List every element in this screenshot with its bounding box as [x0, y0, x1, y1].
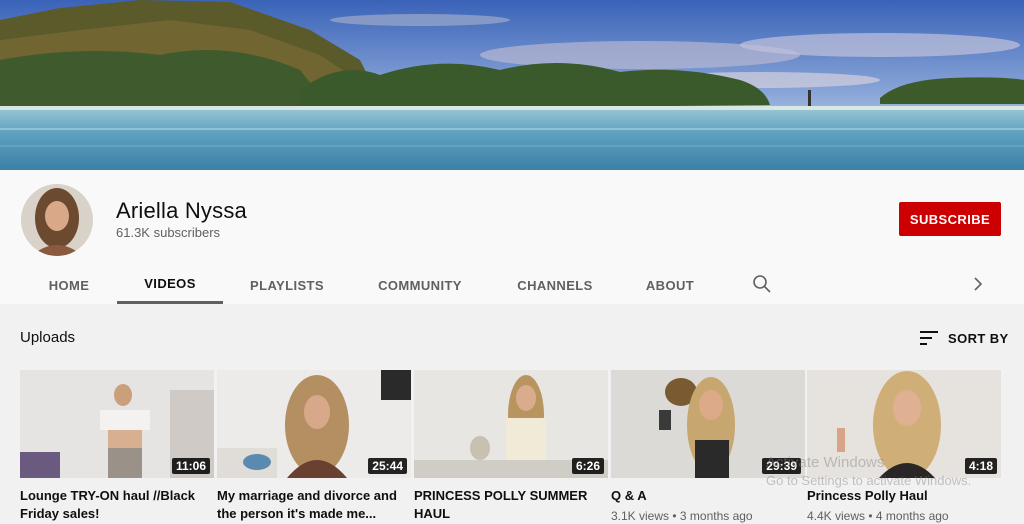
subscribe-button[interactable]: SUBSCRIBE	[899, 202, 1001, 236]
avatar[interactable]	[21, 184, 93, 256]
video-title[interactable]: Lounge TRY-ON haul //Black Friday sales!	[20, 487, 214, 523]
tab-about[interactable]: ABOUT	[636, 266, 704, 304]
video-duration: 6:26	[571, 458, 604, 474]
channel-name: Ariella Nyssa	[116, 198, 247, 223]
video-card: 6:26 PRINCESS POLLY SUMMER HAUL	[414, 370, 608, 523]
tab-channels[interactable]: CHANNELS	[506, 266, 604, 304]
channel-banner	[0, 0, 1024, 170]
channel-tabs: HOME VIDEOS PLAYLISTS COMMUNITY CHANNELS…	[0, 266, 1024, 304]
tab-community[interactable]: COMMUNITY	[366, 266, 474, 304]
video-card: 29:39 Q & A 3.1K views • 3 months ago	[611, 370, 805, 523]
video-duration: 4:18	[964, 458, 997, 474]
channel-header: Ariella Nyssa 61.3K subscribers SUBSCRIB…	[0, 170, 1024, 304]
video-title[interactable]: Q & A	[611, 487, 805, 505]
video-thumbnail[interactable]: 6:26	[414, 370, 608, 478]
tab-playlists[interactable]: PLAYLISTS	[238, 266, 336, 304]
video-duration: 29:39	[762, 458, 801, 474]
video-thumbnail[interactable]: 29:39	[611, 370, 805, 478]
video-thumbnail[interactable]: 25:44	[217, 370, 411, 478]
video-title[interactable]: PRINCESS POLLY SUMMER HAUL	[414, 487, 608, 523]
chevron-right-icon[interactable]	[970, 274, 986, 299]
sort-icon	[920, 331, 938, 345]
video-duration: 11:06	[171, 458, 210, 474]
video-title[interactable]: Princess Polly Haul	[807, 487, 1001, 505]
video-card: 4:18 Princess Polly Haul 4.4K views • 4 …	[807, 370, 1001, 523]
video-title[interactable]: My marriage and divorce and the person i…	[217, 487, 411, 523]
subscriber-count: 61.3K subscribers	[116, 225, 221, 240]
videos-section: Uploads SORT BY 11:06 Lounge TRY-ON haul…	[0, 304, 1024, 524]
tab-home[interactable]: HOME	[36, 266, 102, 304]
video-meta: 3.1K views • 3 months ago	[611, 509, 753, 523]
section-title: Uploads	[20, 329, 76, 346]
video-thumbnail[interactable]: 4:18	[807, 370, 1001, 478]
sort-by-label: SORT BY	[948, 330, 1009, 346]
video-meta: 4.4K views • 4 months ago	[807, 509, 949, 523]
tab-videos[interactable]: VIDEOS	[117, 266, 223, 304]
video-duration: 25:44	[368, 458, 407, 474]
video-thumbnail[interactable]: 11:06	[20, 370, 214, 478]
sort-by-button[interactable]: SORT BY	[920, 326, 1009, 350]
video-card: 11:06 Lounge TRY-ON haul //Black Friday …	[20, 370, 214, 523]
search-icon[interactable]	[752, 274, 772, 299]
video-card: 25:44 My marriage and divorce and the pe…	[217, 370, 411, 523]
